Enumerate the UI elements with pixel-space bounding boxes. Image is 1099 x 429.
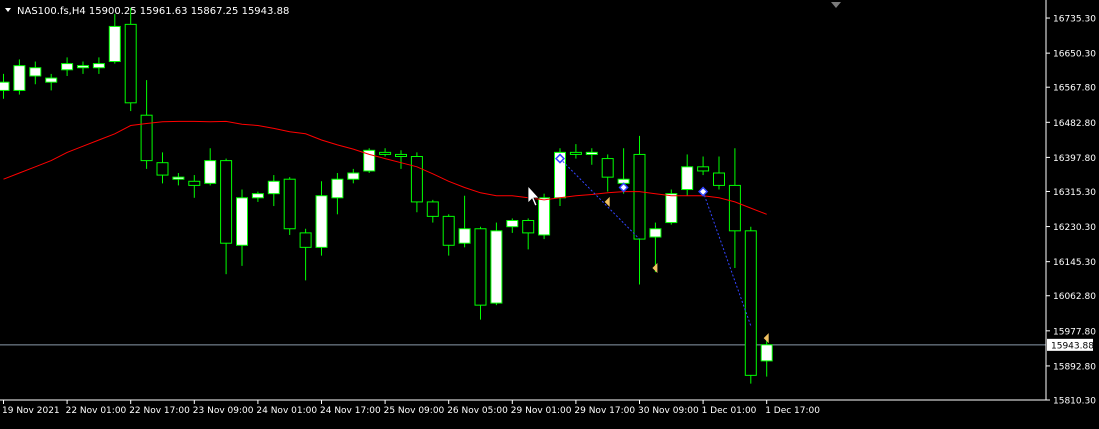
candle-body bbox=[665, 193, 678, 224]
candle-body bbox=[760, 344, 773, 362]
symbol-header: NAS100.fs,H4 15900.25 15961.63 15867.25 … bbox=[5, 6, 289, 17]
price-tick-label: 16230.30 bbox=[1053, 223, 1096, 233]
candle bbox=[490, 222, 503, 306]
candle-body bbox=[347, 172, 360, 180]
candle-body bbox=[220, 160, 233, 244]
candle-body bbox=[124, 23, 137, 104]
candle-body bbox=[204, 160, 217, 184]
price-tick-label: 16315.30 bbox=[1053, 188, 1096, 198]
current-price-tag: 15943.88 bbox=[1047, 338, 1094, 351]
candle-body bbox=[522, 220, 535, 234]
time-tick-label: 1 Dec 01:00 bbox=[702, 406, 757, 416]
symbol-info-text: NAS100.fs,H4 15900.25 15961.63 15867.25 … bbox=[17, 6, 289, 17]
candle bbox=[363, 148, 376, 174]
time-tick-label: 1 Dec 17:00 bbox=[765, 406, 820, 416]
candle-body bbox=[379, 151, 392, 155]
candle-body bbox=[697, 166, 710, 172]
price-tick-label: 16145.30 bbox=[1053, 258, 1096, 268]
current-price-label: 15943.88 bbox=[1051, 341, 1094, 351]
time-tick-label: 29 Nov 17:00 bbox=[574, 406, 635, 416]
time-tick-label: 26 Nov 05:00 bbox=[447, 406, 508, 416]
time-tick-label: 30 Nov 09:00 bbox=[638, 406, 699, 416]
candle-body bbox=[649, 228, 662, 238]
candle-body bbox=[474, 228, 487, 306]
time-tick-label: 25 Nov 09:00 bbox=[384, 406, 445, 416]
candle-body bbox=[713, 172, 725, 186]
time-tick-label: 22 Nov 01:00 bbox=[66, 406, 127, 416]
candle-body bbox=[442, 215, 455, 246]
price-tick-label: 15810.30 bbox=[1053, 397, 1096, 407]
candle-body bbox=[29, 67, 42, 77]
time-tick-label: 24 Nov 17:00 bbox=[320, 406, 381, 416]
price-tick-label: 15977.80 bbox=[1053, 327, 1096, 337]
candle bbox=[538, 193, 551, 240]
candle-body bbox=[538, 197, 551, 236]
candle-body bbox=[490, 230, 503, 304]
candle-body bbox=[601, 158, 614, 178]
candle-body bbox=[585, 151, 598, 155]
candle-body bbox=[140, 114, 153, 162]
candle-body bbox=[331, 178, 344, 199]
candle-body bbox=[728, 184, 741, 232]
price-tick-label: 15892.80 bbox=[1053, 362, 1096, 372]
candle-body bbox=[156, 162, 169, 176]
price-tick-label: 16397.80 bbox=[1053, 154, 1096, 164]
price-tick-label: 16735.30 bbox=[1053, 15, 1096, 25]
candle-body bbox=[410, 155, 423, 203]
time-tick-label: 23 Nov 09:00 bbox=[193, 406, 254, 416]
candle bbox=[744, 226, 757, 384]
time-tick-label: 24 Nov 01:00 bbox=[256, 406, 317, 416]
candle-body bbox=[236, 197, 248, 246]
candle-body bbox=[633, 153, 646, 240]
price-tick-label: 16062.80 bbox=[1053, 292, 1096, 302]
candle-body bbox=[172, 176, 185, 180]
candle-body bbox=[188, 180, 201, 186]
candle-body bbox=[0, 81, 10, 91]
candle-body bbox=[267, 180, 280, 195]
candle-body bbox=[45, 77, 58, 83]
candle-body bbox=[283, 178, 296, 230]
candle-body bbox=[13, 65, 26, 91]
candle-body bbox=[299, 232, 312, 248]
time-tick-label: 29 Nov 01:00 bbox=[511, 406, 572, 416]
price-tick-label: 16650.30 bbox=[1053, 50, 1096, 60]
candle-body bbox=[458, 228, 471, 244]
candle-body bbox=[426, 201, 439, 217]
candle bbox=[283, 177, 296, 235]
time-tick-label: 19 Nov 2021 bbox=[2, 406, 60, 416]
time-tick-label: 22 Nov 17:00 bbox=[129, 406, 190, 416]
candle-body bbox=[681, 166, 694, 191]
candlestick-chart[interactable]: 16735.30 16650.30 16567.80 16482.80 16397.80… bbox=[0, 0, 1099, 425]
chart-window[interactable]: 16735.30 16650.30 16567.80 16482.80 16397.80… bbox=[0, 0, 1099, 425]
candle-body bbox=[61, 63, 74, 71]
candle-body bbox=[744, 230, 757, 376]
candle-body bbox=[92, 63, 105, 69]
candle-body bbox=[395, 153, 407, 157]
candle-body bbox=[315, 195, 328, 248]
candle-body bbox=[506, 220, 519, 228]
candle-body bbox=[108, 25, 121, 63]
price-tick-label: 16567.80 bbox=[1053, 84, 1096, 94]
candle-body bbox=[569, 151, 582, 155]
candle-body bbox=[77, 65, 89, 69]
price-tick-label: 16482.80 bbox=[1053, 119, 1096, 129]
candle-body bbox=[251, 193, 264, 199]
